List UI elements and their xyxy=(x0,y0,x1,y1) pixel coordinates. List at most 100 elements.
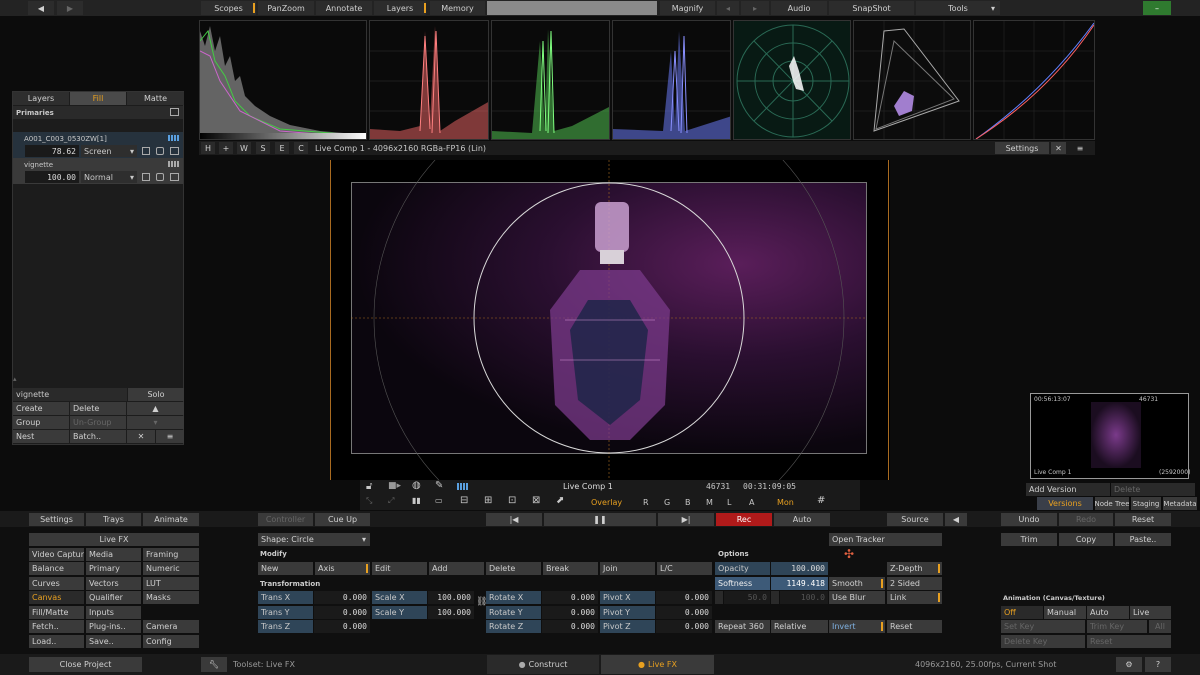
scope-settings-button[interactable]: Settings xyxy=(995,142,1049,154)
blend-mode-select[interactable]: Normal ▾ xyxy=(81,171,137,183)
menu-balance[interactable]: Balance xyxy=(29,562,84,575)
menu-save[interactable]: Save.. xyxy=(86,635,141,648)
scope-menu-button[interactable]: ≡ xyxy=(1070,142,1090,154)
menu-config[interactable]: Config xyxy=(143,635,199,648)
fit-icon[interactable]: ⤡ xyxy=(366,496,372,506)
tab-layers[interactable]: Layers xyxy=(13,92,69,105)
nest-button[interactable]: Nest xyxy=(13,430,69,443)
zoom-out-icon[interactable]: ⊟ xyxy=(460,495,468,506)
livefx-tab[interactable]: ● Live FX xyxy=(601,655,714,674)
trans-y-value[interactable]: 0.000 xyxy=(314,606,370,619)
scopes-button[interactable]: Scopes xyxy=(201,1,256,15)
anim-reset-button[interactable]: Reset xyxy=(1087,635,1171,648)
menu-masks[interactable]: Masks xyxy=(143,591,199,604)
pivot-x-value[interactable]: 0.000 xyxy=(656,591,712,604)
blur-toggle[interactable] xyxy=(715,591,723,604)
modify-add-button[interactable]: Add xyxy=(429,562,484,575)
layer-opacity-value[interactable]: 100.00 xyxy=(25,171,79,183)
ungroup-button[interactable]: Un-Group xyxy=(70,416,126,429)
repeat-360-button[interactable]: Repeat 360 xyxy=(715,620,770,633)
layer-icon[interactable] xyxy=(170,147,179,155)
back-button[interactable]: ◀ xyxy=(28,1,54,15)
opacity-value[interactable]: 100.000 xyxy=(771,562,828,575)
scale-x-value[interactable]: 100.000 xyxy=(428,591,474,604)
scope-w-button[interactable]: W xyxy=(237,142,251,154)
menu-numeric[interactable]: Numeric xyxy=(143,562,199,575)
use-blur-button[interactable]: Use Blur xyxy=(829,591,885,604)
modify-join-button[interactable]: Join xyxy=(600,562,655,575)
menu-video-capture[interactable]: Video Capture xyxy=(29,548,84,561)
channel-b-button[interactable]: B xyxy=(682,496,694,509)
blend-mode-select[interactable]: Screen ▾ xyxy=(81,145,137,157)
modify-delete-button[interactable]: Delete xyxy=(486,562,541,575)
split-icon[interactable]: ▮▮ xyxy=(412,496,421,505)
record-button[interactable]: Rec xyxy=(716,513,772,526)
modify-lc-button[interactable]: L/C xyxy=(657,562,712,575)
relative-button[interactable]: Relative xyxy=(771,620,828,633)
menu-primary[interactable]: Primary xyxy=(86,562,141,575)
anim-manual-button[interactable]: Manual xyxy=(1044,606,1086,619)
pivot-z-value[interactable]: 0.000 xyxy=(656,620,712,633)
layer-row[interactable]: A001_C003_0530ZW[1] 78.62 Screen ▾ xyxy=(13,132,183,158)
two-sided-button[interactable]: 2 Sided xyxy=(887,577,942,590)
channel-l-button[interactable]: L xyxy=(724,496,736,509)
layer-opacity-value[interactable]: 78.62 xyxy=(25,145,79,157)
speaker-button[interactable]: ◀︎ xyxy=(945,513,967,526)
forward-button[interactable]: ▶ xyxy=(57,1,83,15)
fit-frame-icon[interactable]: ⊠ xyxy=(532,495,540,506)
pivot-y-value[interactable]: 0.000 xyxy=(656,606,712,619)
options-reset-button[interactable]: Reset xyxy=(887,620,942,633)
tools-button[interactable]: Tools ▾ xyxy=(916,1,1000,15)
scale-y-value[interactable]: 100.000 xyxy=(428,606,474,619)
remove-layer-button[interactable]: ✕ xyxy=(127,430,155,443)
fullscreen-icon[interactable]: ⬈ xyxy=(556,495,564,506)
menu-canvas[interactable]: Canvas xyxy=(29,591,84,604)
scope-add-button[interactable]: + xyxy=(219,142,233,154)
delete-key-button[interactable]: Delete Key xyxy=(1001,635,1085,648)
anim-auto-button[interactable]: Auto xyxy=(1087,606,1129,619)
group-button[interactable]: Group xyxy=(13,416,69,429)
menu-qualifier[interactable]: Qualifier xyxy=(86,591,141,604)
anim-off-button[interactable]: Off xyxy=(1001,606,1043,619)
prev-button[interactable]: ◂ xyxy=(717,1,739,15)
batch-button[interactable]: Batch.. xyxy=(70,430,126,443)
copy-button[interactable]: Copy xyxy=(1059,533,1113,546)
modify-edit-button[interactable]: Edit xyxy=(372,562,427,575)
set-key-button[interactable]: Set Key xyxy=(1001,620,1085,633)
tab-fill[interactable]: Fill xyxy=(70,92,126,105)
trans-x-value[interactable]: 0.000 xyxy=(314,591,370,604)
crosshair-icon[interactable]: ✣ xyxy=(844,547,854,561)
menu-curves[interactable]: Curves xyxy=(29,577,84,590)
tab-staging[interactable]: Staging xyxy=(1131,497,1161,510)
rotate-y-value[interactable]: 0.000 xyxy=(542,606,598,619)
trim-button[interactable]: Trim xyxy=(1001,533,1057,546)
image-viewer[interactable] xyxy=(330,160,890,480)
skip-back-button[interactable]: |◀ xyxy=(486,513,542,526)
create-button[interactable]: Create xyxy=(13,402,69,415)
scope-close-button[interactable]: ✕ xyxy=(1051,142,1066,154)
menu-camera[interactable]: Camera xyxy=(143,620,199,633)
monitor-button[interactable]: Mon xyxy=(774,496,800,509)
menu-fetch[interactable]: Fetch.. xyxy=(29,620,84,633)
delete-version-button[interactable]: Delete xyxy=(1111,483,1195,496)
camera-icon[interactable]: ■▸ xyxy=(388,481,401,491)
controller-button[interactable]: Controller xyxy=(258,513,313,526)
blur-a-value[interactable]: 50.0 xyxy=(724,591,770,604)
link-button[interactable]: Link xyxy=(887,591,942,604)
expand-icon[interactable]: ⤢ xyxy=(388,496,394,506)
menu-framing[interactable]: Framing xyxy=(143,548,199,561)
modify-new-button[interactable]: New xyxy=(258,562,313,575)
all-button[interactable]: All xyxy=(1149,620,1171,633)
move-down-button[interactable]: ▾ xyxy=(127,416,184,429)
trays-button[interactable]: Trays xyxy=(86,513,141,526)
annotate-button[interactable]: Annotate xyxy=(316,1,372,15)
auto-button[interactable]: Auto xyxy=(774,513,830,526)
skip-forward-button[interactable]: ▶| xyxy=(658,513,714,526)
modify-axis-button[interactable]: Axis xyxy=(315,562,370,575)
blur-toggle[interactable] xyxy=(771,591,779,604)
settings-tray-button[interactable]: Settings xyxy=(29,513,84,526)
magnify-button[interactable]: Magnify xyxy=(660,1,715,15)
snapshot-button[interactable]: SnapShot xyxy=(829,1,914,15)
reset-top-button[interactable]: Reset xyxy=(1115,513,1171,526)
menu-inputs[interactable]: Inputs xyxy=(86,606,141,619)
